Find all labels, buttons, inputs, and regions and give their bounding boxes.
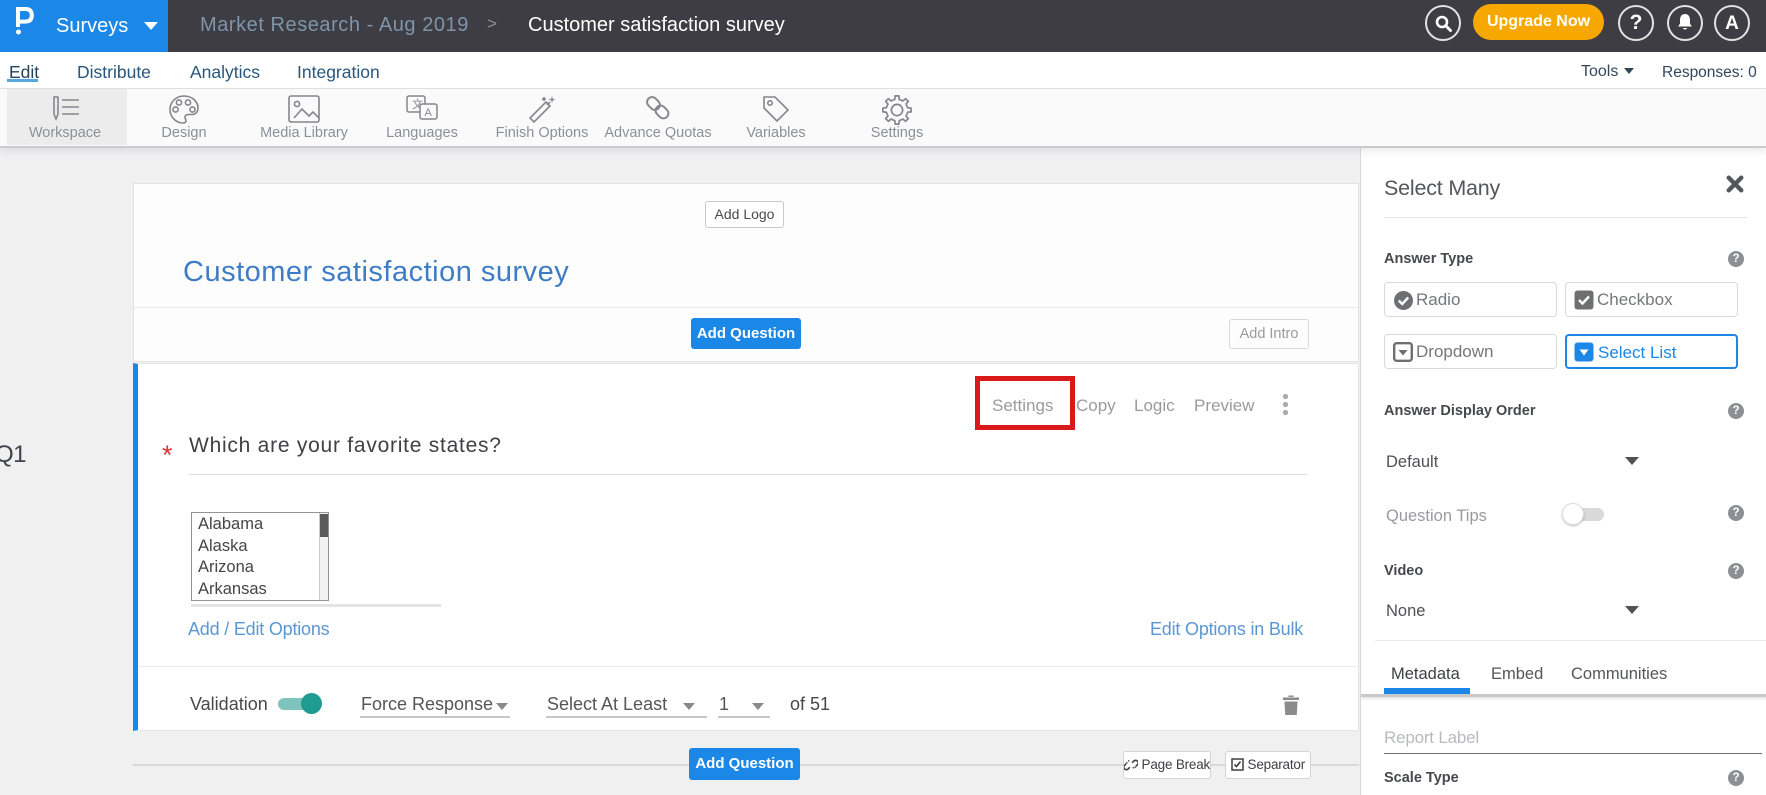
svg-text:A: A [425, 107, 433, 119]
